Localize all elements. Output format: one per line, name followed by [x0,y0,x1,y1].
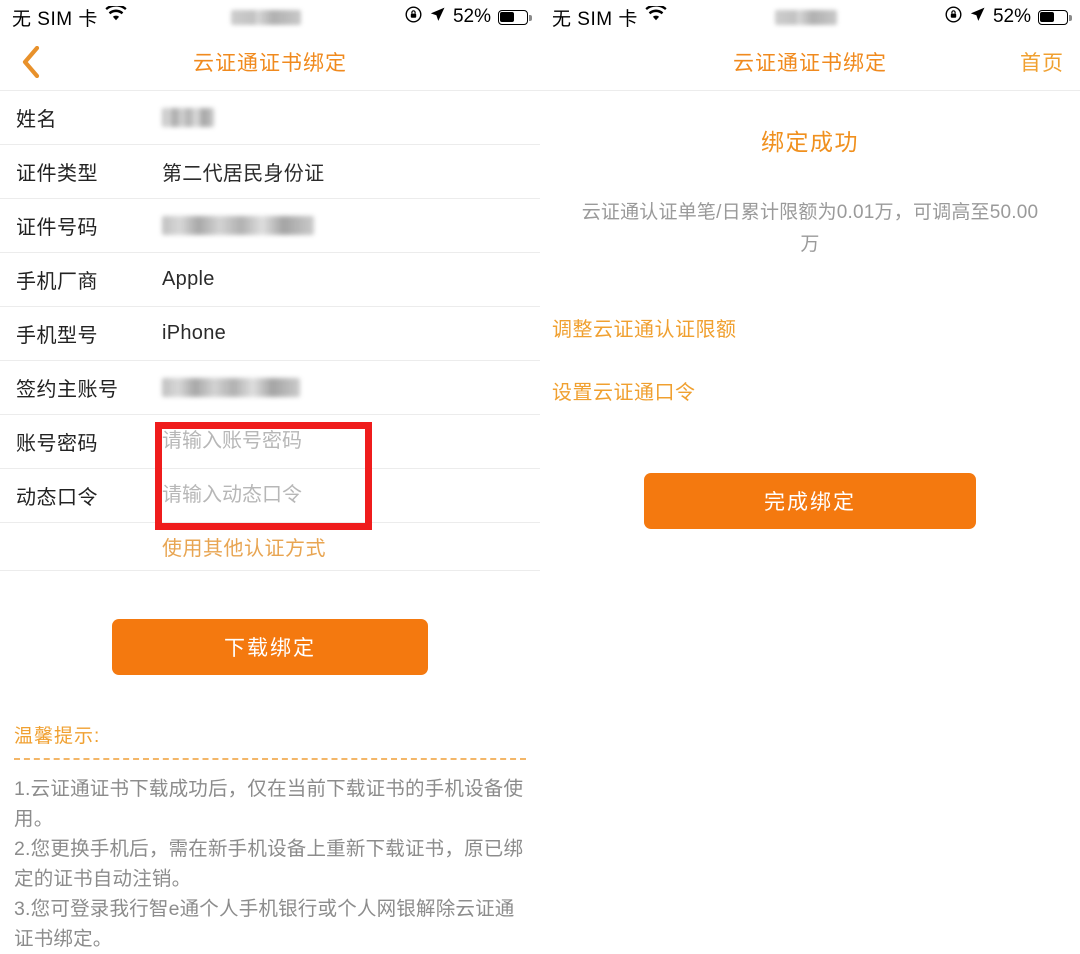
form-row-label: 证件类型 [16,163,98,185]
wifi-icon [645,4,667,28]
form-row-label: 手机型号 [16,325,98,347]
nav-bar-right: 云证通证书绑定 首页 [540,34,1080,90]
download-bind-button-wrap: 下载绑定 [0,571,540,675]
form-row: 证件号码 [0,199,540,253]
home-button[interactable]: 首页 [1020,47,1064,77]
alt-auth-row: 使用其他认证方式 [0,523,540,571]
clock-redacted [127,9,405,25]
success-title: 绑定成功 [761,129,859,155]
certificate-info-form: 姓名证件类型 第二代居民身份证证件号码手机厂商 Apple 手机型号 iPhone 签约主… [0,90,540,523]
tips-line: 2.您更换手机后，需在新手机设备上重新下载证书，原已绑定的证书自动注销。 [14,838,524,890]
form-row[interactable]: 账号密码 [0,415,540,469]
quota-description: 云证通认证单笔/日累计限额为0.01万，可调高至50.00万 [581,202,1039,255]
tips-line: 1.云证通证书下载成功后，仅在当前下载证书的手机设备使用。 [14,778,524,830]
status-bar-left-group-2: 无 SIM 卡 [552,4,667,31]
carrier-label-2: 无 SIM 卡 [552,8,638,30]
finish-bind-button-wrap: 完成绑定 [540,439,1080,529]
form-row[interactable]: 动态口令 [0,469,540,523]
adjust-quota-link[interactable]: 调整云证通认证限额 [552,313,1068,342]
chevron-left-icon [22,46,40,78]
battery-icon [498,9,532,25]
tips-dashed-divider [14,758,526,760]
tips-line: 3.您可登录我行智e通个人手机银行或个人网银解除云证通证书绑定。 [14,898,515,950]
set-password-link[interactable]: 设置云证通口令 [552,376,1068,405]
finish-bind-button[interactable]: 完成绑定 [644,473,976,529]
battery-percent-label: 52% [452,6,491,27]
page-title-2: 云证通证书绑定 [733,52,887,75]
form-row-value-redacted [162,378,300,397]
status-bar-right-group-2: 52% [945,5,1072,29]
battery-percent-label-2: 52% [992,6,1031,27]
form-row-label: 证件号码 [16,217,98,239]
right-content: 绑定成功 云证通认证单笔/日累计限额为0.01万，可调高至50.00万 调整云证… [540,90,1080,529]
alt-auth-link[interactable]: 使用其他认证方式 [162,532,326,561]
battery-icon [1038,9,1072,25]
page-title: 云证通证书绑定 [193,52,347,75]
rotation-lock-icon [405,5,422,29]
form-row: 手机型号 iPhone [0,307,540,361]
form-row-label: 签约主账号 [16,379,119,401]
status-bar-right-group: 52% [405,5,532,29]
form-row: 姓名 [0,91,540,145]
dynamic-token-input[interactable] [162,484,462,507]
rotation-lock-icon [945,5,962,29]
status-bar-left-group: 无 SIM 卡 [12,4,127,31]
form-row-label: 动态口令 [16,487,98,509]
back-button[interactable] [14,45,48,79]
form-row: 证件类型 第二代居民身份证 [0,145,540,199]
location-arrow-icon [429,6,446,29]
status-bar-left: 无 SIM 卡 52% [0,0,540,34]
download-bind-button[interactable]: 下载绑定 [112,619,428,675]
form-row-label: 手机厂商 [16,271,98,293]
right-screen-binding-success: 无 SIM 卡 52% 云证通证书绑定 首页 绑定成功 云证通认证单笔/日累计限… [540,0,1080,954]
form-row-value: iPhone [162,322,227,344]
tips-body: 1.云证通证书下载成功后，仅在当前下载证书的手机设备使用。 2.您更换手机后，需在… [14,774,526,954]
form-row-value-redacted [162,216,314,235]
nav-bar-left: 云证通证书绑定 [0,34,540,90]
form-row-value: 第二代居民身份证 [162,163,325,185]
action-links: 调整云证通认证限额 设置云证通口令 [540,261,1080,405]
tips-title: 温馨提示: [14,726,101,747]
form-row-value: Apple [162,268,215,290]
form-row-label: 姓名 [16,109,57,131]
carrier-label: 无 SIM 卡 [12,8,98,30]
status-bar-right: 无 SIM 卡 52% [540,0,1080,34]
tips-section: 温馨提示: 1.云证通证书下载成功后，仅在当前下载证书的手机设备使用。 2.您更换… [0,675,540,954]
left-screen-certificate-binding-form: 无 SIM 卡 52% 云证通证书绑定 姓名 证件类型 第二代居民身份证 证件号… [0,0,540,954]
form-row: 手机厂商 Apple [0,253,540,307]
account-password-input[interactable] [162,430,462,453]
form-row-label: 账号密码 [16,433,98,455]
wifi-icon [105,4,127,28]
form-row-value-redacted [162,108,214,127]
dual-screenshot-composite: 无 SIM 卡 52% 云证通证书绑定 姓名 证件类型 第二代居民身份证 证件号… [0,0,1080,954]
location-arrow-icon [969,6,986,29]
form-row: 签约主账号 [0,361,540,415]
clock-redacted-2 [667,9,945,25]
